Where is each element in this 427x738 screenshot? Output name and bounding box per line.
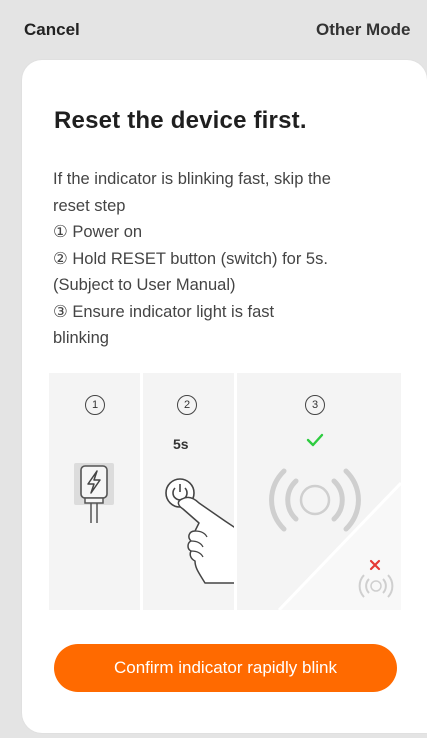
step-2-number: 2 — [177, 395, 197, 415]
instruction-line: ③ Ensure indicator light is fast — [53, 302, 275, 321]
step-2-panel: 2 5s — [143, 373, 234, 610]
step-3-panel: 3 — [237, 373, 401, 610]
step-1-number: 1 — [85, 395, 105, 415]
hold-duration-label: 5s — [173, 436, 189, 452]
reset-instructions-card: Reset the device first. If the indicator… — [22, 60, 427, 733]
slow-blink-indicator-icon — [358, 574, 394, 598]
instruction-line: (Subject to User Manual) — [53, 276, 236, 294]
power-plug-icon — [74, 463, 114, 523]
instruction-line: blinking — [53, 329, 109, 347]
confirm-blink-button[interactable]: Confirm indicator rapidly blink — [54, 644, 397, 692]
instruction-line: reset step — [53, 196, 126, 215]
instruction-line: ① Power on — [53, 223, 143, 241]
press-reset-button-icon — [165, 478, 234, 584]
other-mode-button[interactable]: Other Mode — [316, 20, 410, 40]
instructions-text: If the indicator is blinking fast, skip … — [53, 166, 403, 352]
step-1-panel: 1 — [49, 373, 140, 610]
instruction-line: If the indicator is blinking fast, skip … — [53, 170, 331, 188]
cross-icon — [369, 559, 381, 571]
instruction-line: ② Hold RESET button (switch) for 5s. — [53, 249, 328, 268]
step-illustrations: 1 2 5s 3 — [49, 373, 401, 610]
cancel-button[interactable]: Cancel — [24, 20, 80, 40]
top-bar: Cancel Other Mode — [0, 0, 427, 60]
page-title: Reset the device first. — [54, 107, 307, 134]
